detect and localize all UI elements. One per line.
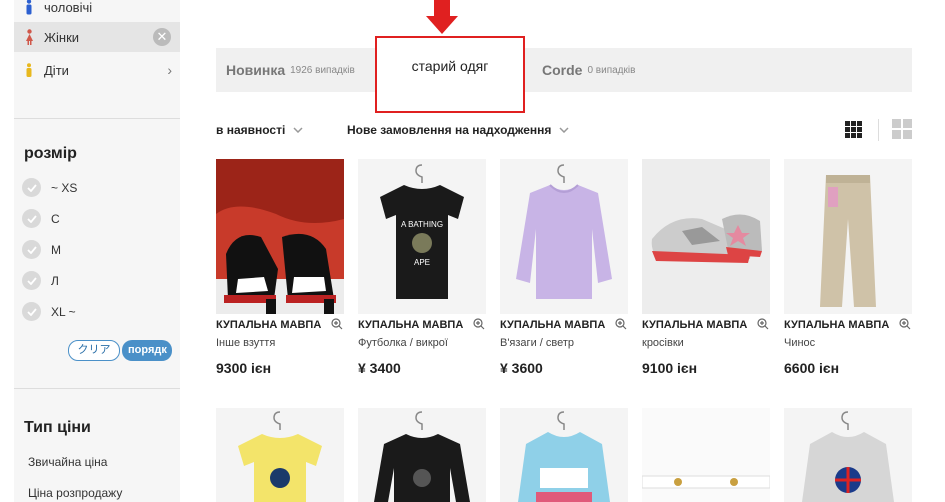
sidebar-item-men[interactable]: чоловічі [14, 0, 180, 22]
zoom-in-icon[interactable] [331, 317, 343, 335]
apply-size-button[interactable]: порядк [122, 340, 172, 361]
size-option-m[interactable]: М [22, 240, 61, 259]
product-category: кросівки [642, 337, 684, 349]
chevron-down-icon [293, 124, 303, 136]
close-icon[interactable]: ✕ [153, 28, 171, 46]
zoom-in-icon[interactable] [757, 317, 769, 335]
product-image[interactable] [500, 159, 628, 314]
product-card[interactable] [642, 408, 770, 502]
sidebar-item-label: чоловічі [44, 0, 93, 15]
tab-new[interactable]: Новинка 1926 випадків [226, 48, 355, 92]
chevron-right-icon: › [167, 62, 172, 78]
chevron-down-icon [559, 124, 569, 136]
product-name[interactable]: КУПАЛЬНА МАВПА [216, 319, 324, 331]
product-card[interactable]: КУПАЛЬНА МАВПА Чинос 6600 ієн [784, 159, 912, 376]
product-image[interactable] [358, 408, 486, 502]
product-card[interactable]: КУПАЛЬНА МАВПА кросівки 9100 ієн [642, 159, 770, 376]
size-option-s[interactable]: С [22, 209, 60, 228]
product-price: 9300 ієн [216, 360, 272, 376]
sort-dropdown[interactable]: Нове замовлення на надходження [347, 123, 569, 137]
product-price: 9100 ієн [642, 360, 698, 376]
check-icon [22, 240, 41, 259]
divider [14, 388, 180, 389]
product-card[interactable]: КУПАЛЬНА МАВПА В'язаги / светр ¥ 3600 [500, 159, 628, 376]
size-option-label: М [51, 242, 61, 257]
product-card[interactable]: КУПАЛЬНА МАВПА Інше взуття 9300 ієн [216, 159, 344, 376]
zoom-in-icon[interactable] [615, 317, 627, 335]
highlight-box [375, 36, 525, 113]
product-name[interactable]: КУПАЛЬНА МАВПА [500, 319, 608, 331]
sidebar-item-label: Жінки [44, 29, 80, 45]
man-icon [22, 0, 36, 15]
grid-2x2-icon[interactable] [892, 119, 912, 139]
clear-size-button[interactable]: クリア [68, 340, 120, 361]
grid-3x3-icon[interactable] [845, 121, 862, 138]
divider [14, 118, 180, 119]
price-type-sale[interactable]: Ціна розпродажу [28, 486, 122, 500]
zoom-in-icon[interactable] [899, 317, 911, 335]
product-image[interactable] [216, 408, 344, 502]
child-icon [22, 63, 36, 77]
size-option-xl[interactable]: XL ~ [22, 302, 76, 321]
size-option-label: ~ XS [51, 180, 78, 195]
price-type-title: Тип ціни [24, 419, 91, 436]
product-card[interactable]: A BATHING APE КУПАЛЬНА МАВПА Футболка / … [358, 159, 486, 376]
product-card[interactable] [358, 408, 486, 502]
tab-count: 0 випадків [587, 64, 636, 76]
product-card[interactable] [784, 408, 912, 502]
svg-text:A BATHING: A BATHING [401, 220, 443, 229]
product-card[interactable] [500, 408, 628, 502]
product-card[interactable] [216, 408, 344, 502]
tab-corde[interactable]: Corde 0 випадків [542, 48, 635, 92]
size-option-xs[interactable]: ~ XS [22, 178, 77, 197]
price-type-regular[interactable]: Звичайна ціна [28, 455, 107, 469]
product-category: В'язаги / светр [500, 337, 575, 349]
product-name[interactable]: КУПАЛЬНА МАВПА [784, 319, 892, 331]
product-image[interactable] [784, 159, 912, 314]
availability-label: в наявності [216, 123, 286, 137]
sort-label: Нове замовлення на надходження [347, 123, 552, 137]
tab-label: Новинка [226, 62, 286, 78]
sidebar: чоловічі Жінки ✕ Діти › розмір ~ XS С М … [14, 0, 180, 502]
product-image[interactable] [784, 408, 912, 502]
product-image[interactable] [642, 159, 770, 314]
product-name[interactable]: КУПАЛЬНА МАВПА [358, 319, 466, 331]
size-option-l[interactable]: Л [22, 271, 59, 290]
availability-dropdown[interactable]: в наявності [216, 123, 303, 137]
check-icon [22, 209, 41, 228]
product-category: Футболка / викрої [358, 337, 448, 349]
size-option-label: XL ~ [51, 304, 76, 319]
tab-count: 1926 випадків [290, 64, 355, 76]
size-option-label: Л [51, 273, 59, 288]
sidebar-item-women[interactable]: Жінки ✕ [14, 22, 180, 52]
sidebar-item-label: Діти [44, 62, 69, 78]
product-price: 6600 ієн [784, 360, 840, 376]
woman-icon [22, 29, 36, 45]
tab-label: Corde [542, 62, 583, 78]
product-image[interactable] [500, 408, 628, 502]
product-category: Чинос [784, 337, 816, 349]
size-section-title: розмір [24, 145, 77, 162]
red-down-arrow-icon [426, 0, 458, 34]
product-category: Інше взуття [216, 337, 276, 349]
product-image[interactable] [642, 408, 770, 502]
product-price: ¥ 3400 [358, 360, 401, 376]
product-image[interactable]: A BATHING APE [358, 159, 486, 314]
product-image[interactable] [216, 159, 344, 314]
sidebar-item-kids[interactable]: Діти › [14, 55, 180, 85]
divider [878, 119, 879, 141]
zoom-in-icon[interactable] [473, 317, 485, 335]
check-icon [22, 178, 41, 197]
product-price: ¥ 3600 [500, 360, 543, 376]
product-name[interactable]: КУПАЛЬНА МАВПА [642, 319, 750, 331]
svg-text:APE: APE [414, 258, 430, 267]
check-icon [22, 302, 41, 321]
check-icon [22, 271, 41, 290]
size-option-label: С [51, 211, 60, 226]
